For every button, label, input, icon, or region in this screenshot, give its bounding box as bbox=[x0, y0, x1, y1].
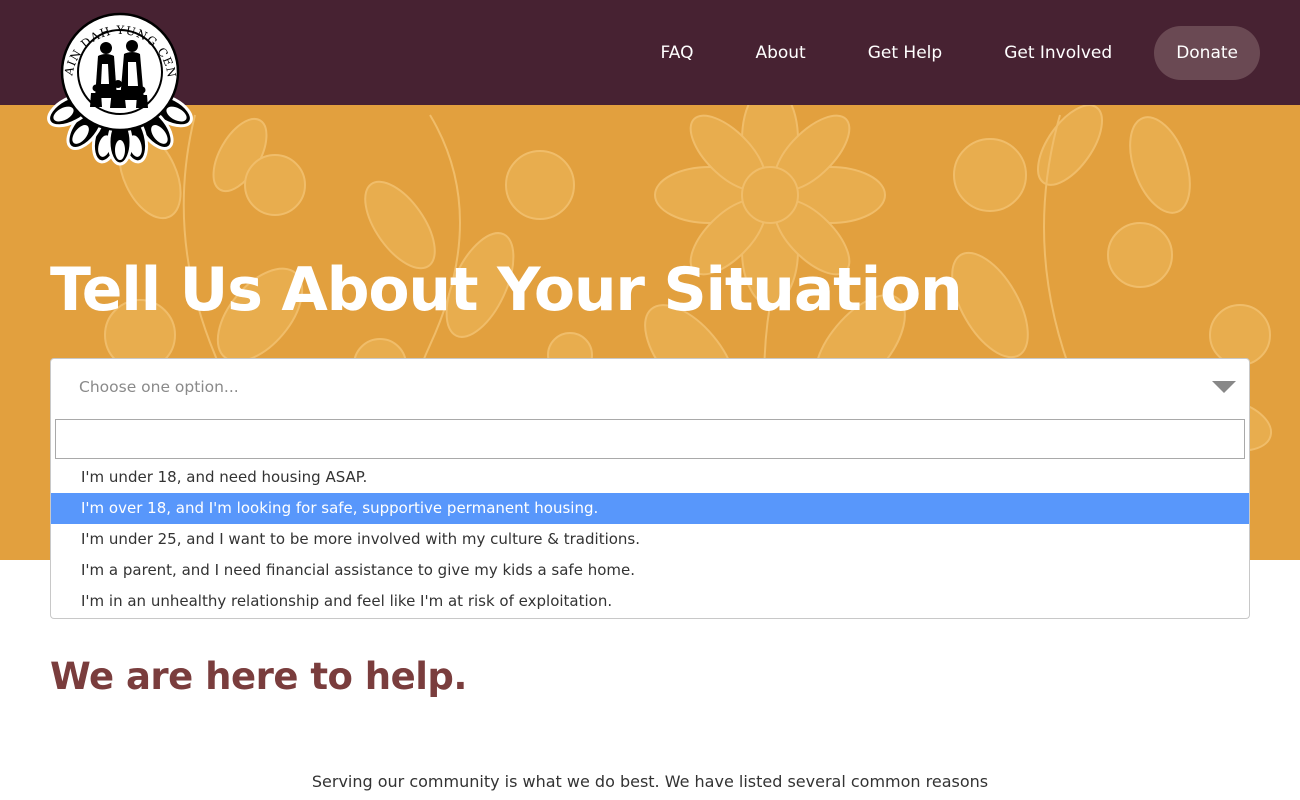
situation-select[interactable]: Choose one option... bbox=[50, 358, 1250, 416]
site-logo[interactable]: AIN DAH YUNG CENTER bbox=[29, 0, 206, 174]
select-placeholder: Choose one option... bbox=[79, 378, 239, 396]
nav-item-get-help[interactable]: Get Help bbox=[837, 26, 973, 80]
intro-paragraph: Serving our community is what we do best… bbox=[311, 772, 989, 800]
section-heading: We are here to help. bbox=[50, 655, 467, 698]
option-item[interactable]: I'm in an unhealthy relationship and fee… bbox=[51, 586, 1249, 617]
situation-dropdown: I'm under 18, and need housing ASAP. I'm… bbox=[50, 415, 1250, 619]
donate-button[interactable]: Donate bbox=[1154, 26, 1260, 80]
ain-dah-yung-center-logo-icon: AIN DAH YUNG CENTER bbox=[29, 0, 193, 166]
option-list: I'm under 18, and need housing ASAP. I'm… bbox=[51, 462, 1249, 617]
option-item[interactable]: I'm a parent, and I need financial assis… bbox=[51, 555, 1249, 586]
main-nav: FAQ About Get Help Get Involved Donate bbox=[630, 26, 1260, 80]
option-item[interactable]: I'm under 25, and I want to be more invo… bbox=[51, 524, 1249, 555]
chevron-down-icon[interactable] bbox=[1212, 381, 1236, 393]
option-item[interactable]: I'm under 18, and need housing ASAP. bbox=[51, 462, 1249, 493]
nav-item-about[interactable]: About bbox=[724, 26, 836, 80]
nav-item-get-involved[interactable]: Get Involved bbox=[973, 26, 1143, 80]
page-title: Tell Us About Your Situation bbox=[50, 255, 963, 325]
nav-item-faq[interactable]: FAQ bbox=[630, 26, 725, 80]
dropdown-search-input[interactable] bbox=[55, 419, 1245, 459]
option-item-highlighted[interactable]: I'm over 18, and I'm looking for safe, s… bbox=[51, 493, 1249, 524]
